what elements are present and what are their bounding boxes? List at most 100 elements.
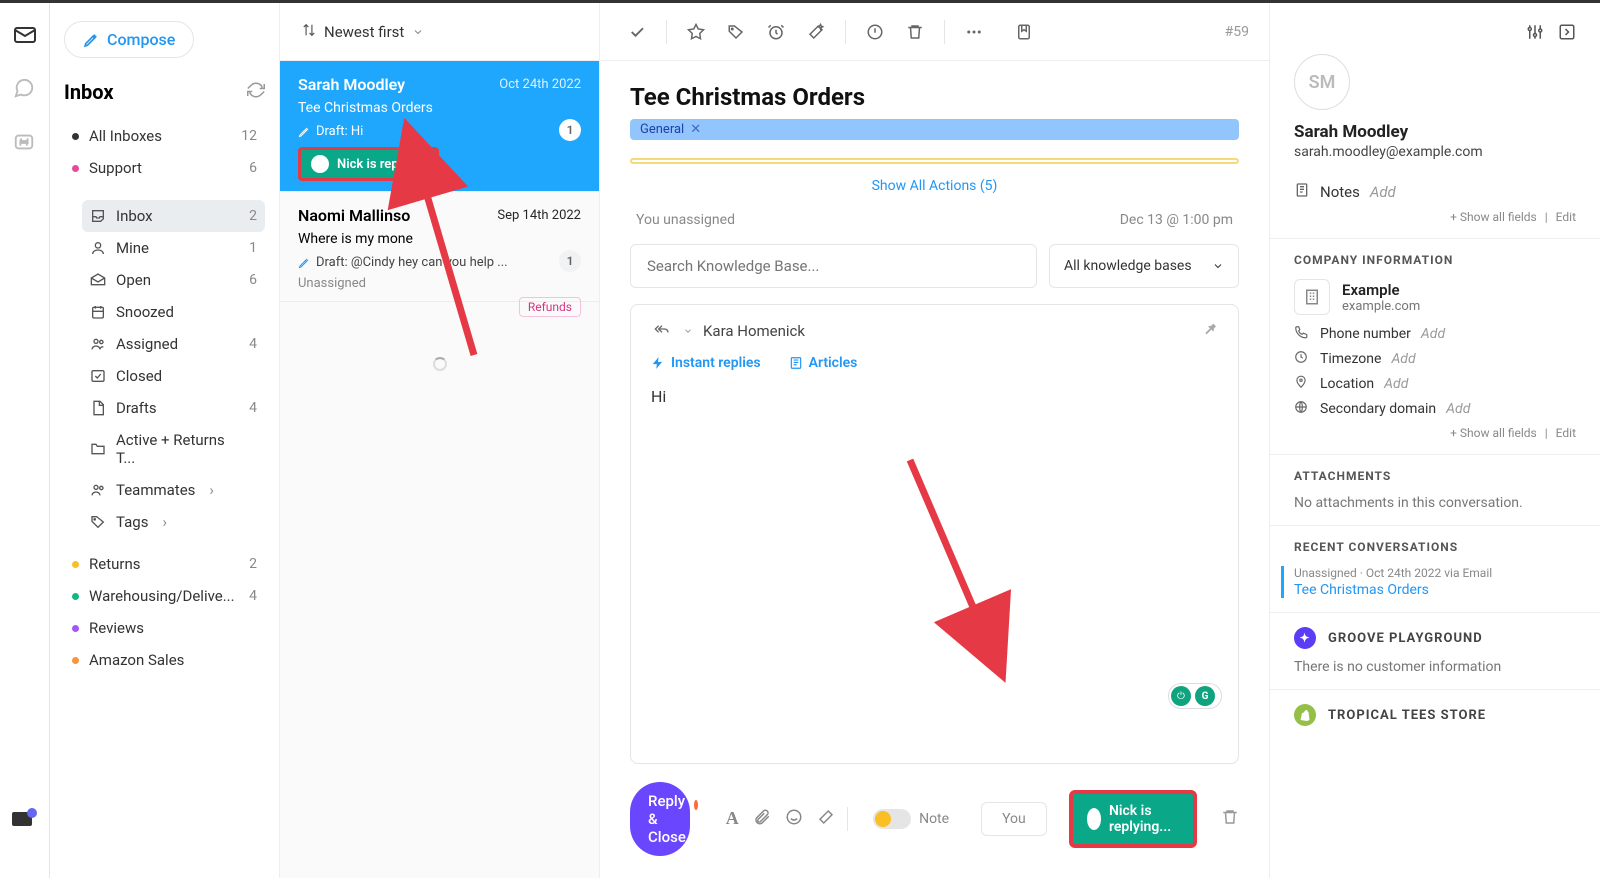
articles-button[interactable]: Articles	[789, 355, 858, 371]
meta-left: You unassigned	[636, 212, 735, 228]
recipient-name: Kara Homenick	[703, 322, 805, 340]
company-section-title: COMPANY INFORMATION	[1294, 253, 1576, 267]
replying-indicator: Nick is replying	[298, 147, 439, 181]
replying-badge-main: Nick is replying...	[1069, 790, 1197, 848]
grammarly-power-icon: ⏻	[1171, 686, 1191, 706]
reply-all-icon[interactable]	[651, 321, 673, 341]
sort-icon	[302, 23, 316, 41]
shopify-icon	[1294, 704, 1316, 726]
nav-mine[interactable]: Mine1	[82, 232, 265, 264]
compose-label: Compose	[107, 30, 175, 49]
field-secondary-domain: Secondary domain Add	[1294, 400, 1576, 418]
instant-replies-button[interactable]: Instant replies	[651, 355, 761, 371]
field-phone-number: Phone number Add	[1294, 325, 1576, 343]
conversation-title: Tee Christmas Orders	[630, 83, 1239, 111]
tag-general[interactable]: General ✕	[630, 119, 1239, 140]
pin-icon[interactable]	[1202, 321, 1218, 341]
conversation-card[interactable]: Naomi MallinsoSep 14th 2022 Where is my …	[280, 192, 599, 302]
star-icon[interactable]	[679, 15, 713, 49]
mail-icon[interactable]	[13, 23, 37, 47]
groove-empty: There is no customer information	[1294, 659, 1576, 675]
nav-assigned[interactable]: Assigned4	[82, 328, 265, 360]
spam-icon[interactable]	[858, 15, 892, 49]
conversation-list-pane: Newest first Sarah MoodleyOct 24th 2022 …	[280, 3, 600, 878]
show-all-actions[interactable]: Show All Actions (5)	[630, 178, 1239, 194]
nav-drafts[interactable]: Drafts4	[82, 392, 265, 424]
company-icon	[1294, 279, 1330, 315]
reply-composer: Kara Homenick Instant replies Articles H…	[630, 304, 1239, 764]
kb-select[interactable]: All knowledge bases	[1049, 244, 1239, 288]
nav-open[interactable]: Open6	[82, 264, 265, 296]
attachments-empty: No attachments in this conversation.	[1294, 495, 1576, 511]
compose-button[interactable]: Compose	[64, 21, 194, 58]
nav-support[interactable]: Support 6	[64, 152, 265, 184]
notes-icon	[1294, 182, 1310, 202]
sidebar: Compose Inbox All Inboxes 12 Support 6 I…	[50, 3, 280, 878]
refresh-icon[interactable]	[247, 81, 265, 103]
left-rail	[0, 3, 50, 878]
nav-closed[interactable]: Closed	[82, 360, 265, 392]
wand-icon[interactable]	[799, 15, 833, 49]
discard-draft-icon[interactable]	[1221, 808, 1239, 830]
emoji-icon[interactable]	[785, 808, 803, 830]
recent-meta: Unassigned · Oct 24th 2022 via Email	[1294, 566, 1576, 580]
unsent-indicator	[694, 800, 698, 810]
groove-icon: ✦	[1294, 627, 1316, 649]
nav-warehousing-delive-[interactable]: Warehousing/Delive...4	[64, 580, 265, 612]
field-timezone: Timezone Add	[1294, 350, 1576, 368]
conversation-pane: #59 Tee Christmas Orders General ✕ Show …	[600, 3, 1270, 878]
trash-icon[interactable]	[898, 15, 932, 49]
show-all-fields[interactable]: + Show all fields	[1450, 210, 1537, 224]
meta-right: Dec 13 @ 1:00 pm	[1120, 212, 1233, 228]
contact-email: sarah.moodley@example.com	[1294, 144, 1576, 160]
show-all-fields-2[interactable]: + Show all fields	[1450, 426, 1537, 440]
conversation-toolbar: #59	[600, 3, 1269, 61]
grammarly-icon: G	[1195, 686, 1215, 706]
expand-icon[interactable]	[1558, 23, 1576, 46]
highlight-strip	[630, 158, 1239, 164]
edit-company[interactable]: Edit	[1556, 426, 1576, 440]
note-toggle[interactable]	[873, 809, 911, 829]
nav-inbox[interactable]: Inbox2	[82, 200, 265, 232]
conversation-number: #59	[1225, 24, 1249, 40]
nav-reviews[interactable]: Reviews	[64, 612, 265, 644]
conversation-card[interactable]: Sarah MoodleyOct 24th 2022 Tee Christmas…	[280, 61, 599, 192]
ai-wand-icon[interactable]	[817, 808, 835, 830]
loading-spinner	[433, 357, 447, 371]
more-icon[interactable]	[957, 15, 991, 49]
snooze-icon[interactable]	[759, 15, 793, 49]
nav-tags[interactable]: Tags›	[82, 506, 265, 538]
assignee-you-button[interactable]: You	[981, 802, 1047, 836]
kb-search-input[interactable]	[630, 244, 1037, 288]
check-icon[interactable]	[620, 15, 654, 49]
nav-returns[interactable]: Returns2	[64, 548, 265, 580]
nav-snoozed[interactable]: Snoozed	[82, 296, 265, 328]
editor-body[interactable]: Hi	[651, 387, 1218, 406]
keyboard-icon[interactable]	[12, 811, 32, 830]
hashtag-icon[interactable]	[13, 131, 37, 155]
remove-tag-icon[interactable]: ✕	[690, 122, 701, 137]
reply-close-button[interactable]: Reply & Close	[630, 782, 690, 856]
nav-amazon-sales[interactable]: Amazon Sales	[64, 644, 265, 676]
field-location: Location Add	[1294, 375, 1576, 393]
nav-teammates[interactable]: Teammates›	[82, 474, 265, 506]
grammarly-toggle[interactable]: ⏻ G	[1168, 683, 1222, 709]
sort-toggle[interactable]: Newest first	[280, 3, 599, 61]
contact-details: SM Sarah Moodley sarah.moodley@example.c…	[1270, 3, 1600, 878]
add-notes-link[interactable]: Add	[1370, 183, 1396, 201]
attachment-icon[interactable]	[753, 808, 771, 830]
contact-avatar: SM	[1294, 54, 1350, 110]
tag-icon[interactable]	[719, 15, 753, 49]
text-format-icon[interactable]: A	[726, 808, 739, 830]
inbox-title: Inbox	[64, 80, 114, 104]
edit-contact[interactable]: Edit	[1556, 210, 1576, 224]
chat-icon[interactable]	[13, 77, 37, 101]
nav-all-inboxes[interactable]: All Inboxes 12	[64, 120, 265, 152]
nav-active-returns-t-[interactable]: Active + Returns T...	[82, 424, 265, 474]
recent-conversation-link[interactable]: Tee Christmas Orders	[1294, 582, 1576, 598]
recent-section-title: RECENT CONVERSATIONS	[1294, 540, 1576, 554]
status-indicator	[27, 808, 37, 818]
bookmark-icon[interactable]	[1007, 15, 1041, 49]
contact-name: Sarah Moodley	[1294, 122, 1576, 142]
settings-icon[interactable]	[1526, 23, 1544, 46]
